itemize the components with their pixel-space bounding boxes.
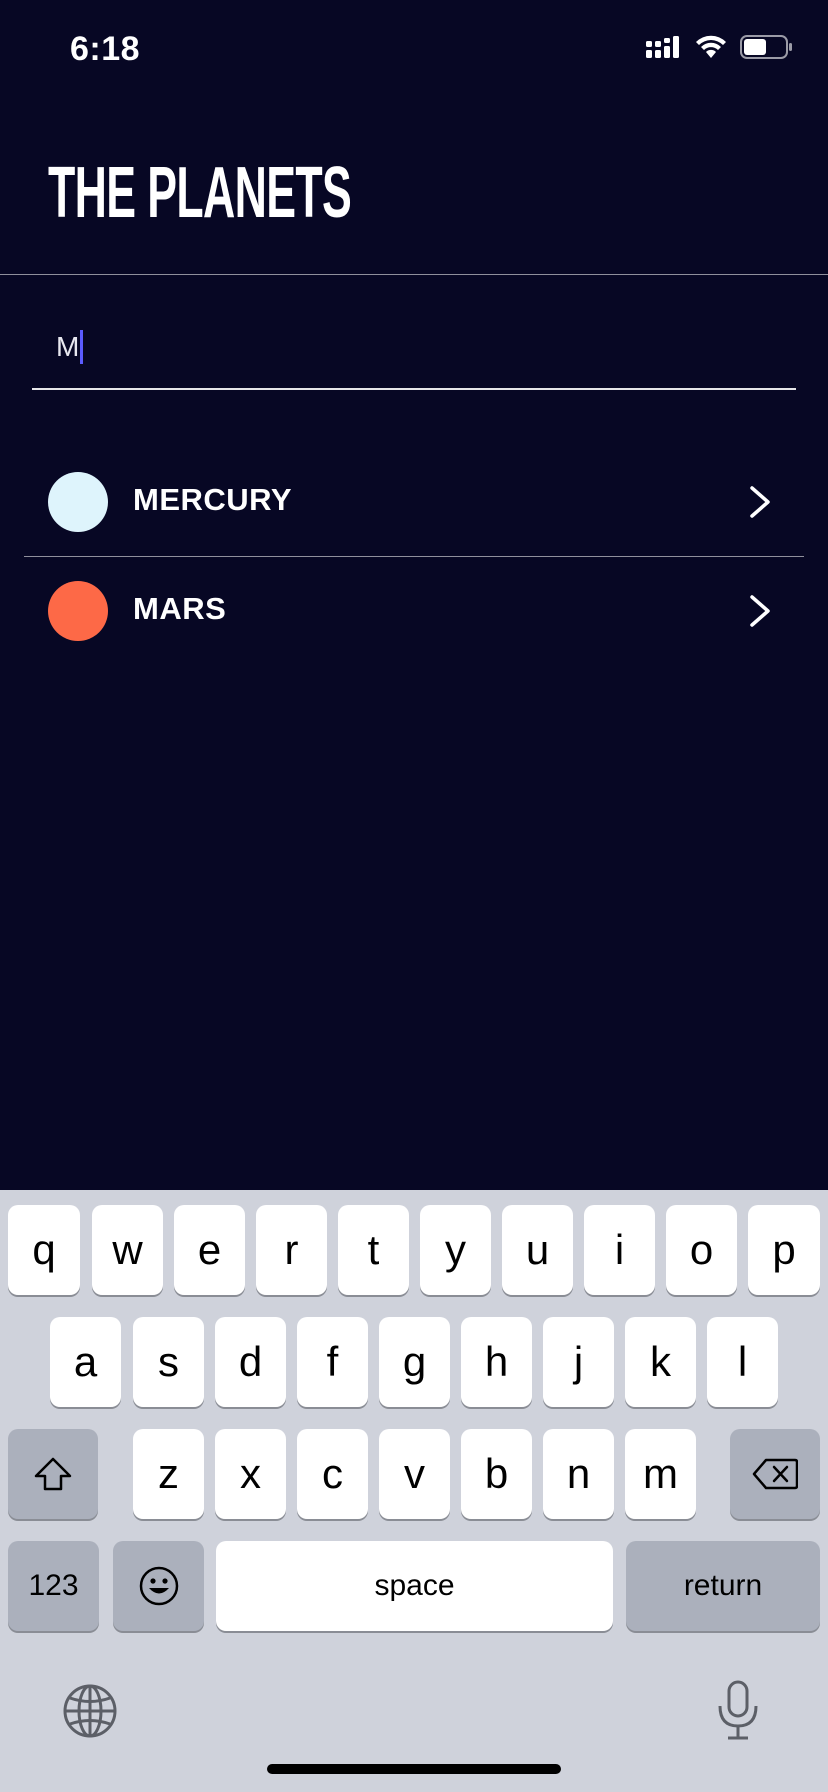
shift-icon	[34, 1457, 72, 1491]
key-f[interactable]: f	[297, 1317, 368, 1407]
planet-row-mercury[interactable]: MERCURY	[24, 440, 804, 544]
key-h[interactable]: h	[461, 1317, 532, 1407]
key-l[interactable]: l	[707, 1317, 778, 1407]
key-w[interactable]: w	[92, 1205, 163, 1295]
status-icons	[646, 34, 794, 60]
key-r[interactable]: r	[256, 1205, 327, 1295]
wifi-icon	[696, 35, 726, 58]
keyboard: q w e r t y u i o p a s d f g h j k l z …	[0, 1190, 828, 1792]
status-bar: 6:18	[0, 0, 828, 100]
header-divider	[0, 274, 828, 275]
app-title: THE PLANETS	[48, 153, 352, 233]
key-m[interactable]: m	[625, 1429, 696, 1519]
key-a[interactable]: a	[50, 1317, 121, 1407]
key-k[interactable]: k	[625, 1317, 696, 1407]
key-x[interactable]: x	[215, 1429, 286, 1519]
key-d[interactable]: d	[215, 1317, 286, 1407]
planet-dot-icon	[48, 472, 108, 532]
text-caret	[80, 330, 84, 364]
key-e[interactable]: e	[174, 1205, 245, 1295]
search-field[interactable]: M	[32, 310, 796, 390]
key-c[interactable]: c	[297, 1429, 368, 1519]
signal-icon	[646, 36, 679, 58]
key-y[interactable]: y	[420, 1205, 491, 1295]
planet-name: MARS	[133, 591, 227, 626]
planet-name: MERCURY	[133, 482, 293, 517]
shift-key[interactable]	[8, 1429, 98, 1519]
return-key[interactable]: return	[626, 1541, 820, 1631]
planet-row-mars[interactable]: MARS	[24, 549, 804, 653]
chevron-right-icon	[750, 486, 770, 518]
backspace-key[interactable]	[730, 1429, 820, 1519]
emoji-icon	[139, 1566, 178, 1606]
numbers-key[interactable]: 123	[8, 1541, 99, 1631]
key-b[interactable]: b	[461, 1429, 532, 1519]
key-o[interactable]: o	[666, 1205, 737, 1295]
backspace-icon	[752, 1458, 798, 1490]
key-n[interactable]: n	[543, 1429, 614, 1519]
key-p[interactable]: p	[748, 1205, 820, 1295]
status-time: 6:18	[70, 30, 141, 68]
space-key[interactable]: space	[216, 1541, 613, 1631]
microphone-icon[interactable]	[712, 1678, 764, 1742]
search-input[interactable]: M	[56, 330, 84, 364]
home-indicator[interactable]	[267, 1764, 561, 1774]
chevron-right-icon	[750, 595, 770, 627]
search-input-value: M	[56, 331, 80, 362]
key-g[interactable]: g	[379, 1317, 450, 1407]
key-j[interactable]: j	[543, 1317, 614, 1407]
key-t[interactable]: t	[338, 1205, 409, 1295]
key-z[interactable]: z	[133, 1429, 204, 1519]
key-i[interactable]: i	[584, 1205, 655, 1295]
globe-icon[interactable]	[62, 1683, 118, 1739]
key-s[interactable]: s	[133, 1317, 204, 1407]
emoji-key[interactable]	[113, 1541, 204, 1631]
battery-icon	[740, 35, 792, 59]
planet-dot-icon	[48, 581, 108, 641]
key-q[interactable]: q	[8, 1205, 80, 1295]
key-u[interactable]: u	[502, 1205, 573, 1295]
key-v[interactable]: v	[379, 1429, 450, 1519]
